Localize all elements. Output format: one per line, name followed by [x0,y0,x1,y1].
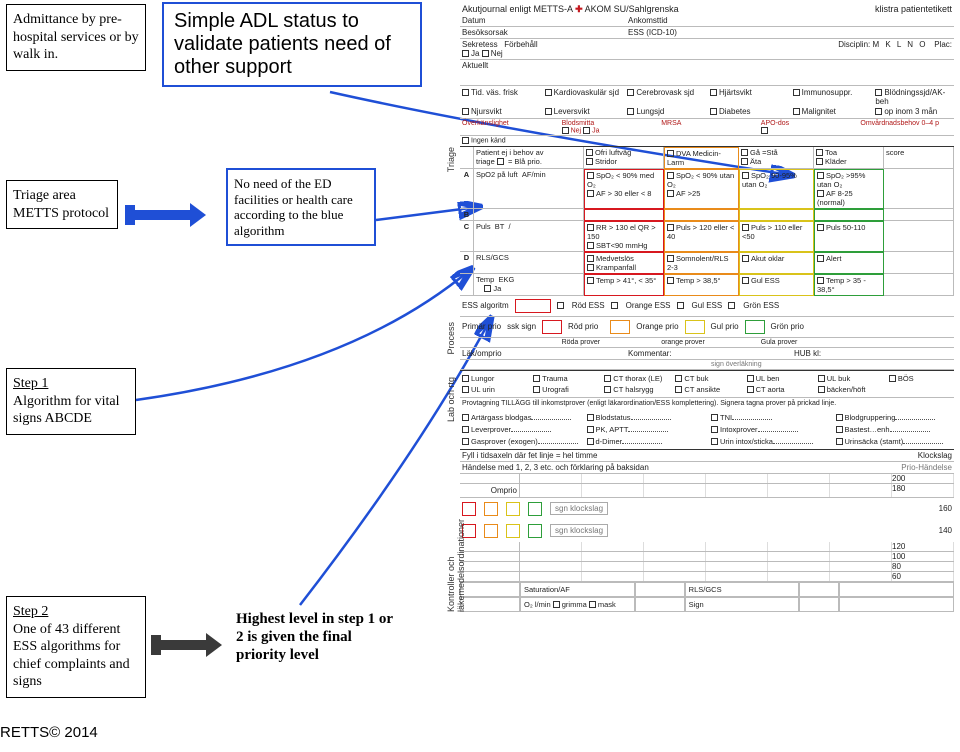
form-header: Akutjournal enligt METTS-A ✚ AKOM SU/Sah… [460,4,954,15]
form-brand: AKOM SU/Sahlgrenska [585,4,679,14]
row-besok: Besöksorsak ESS (ICD-10) [460,27,954,39]
ess-row: ESS algoritm Röd ESS Orange ESS Gul ESS … [460,296,954,316]
lab-section: Lab och rtg Lungor Trauma CT thorax (LE)… [460,370,954,449]
triage-section: Triage Patient ej i behov av triage = Bl… [460,146,954,296]
akutjournal-form: Akutjournal enligt METTS-A ✚ AKOM SU/Sah… [460,4,954,744]
row-datum: Datum Ankomsttid [460,15,954,27]
timeline-section: Kontroller och läkemedelsordinationer Fy… [460,449,954,612]
bottom-table: Saturation/AFRLS/GCS O₂ l/min grimma mas… [460,582,954,612]
row-allergy: Överkänslighet BlodsmittaNej Ja MRSA APO… [460,119,954,136]
process-section: Process Primär prio ssk sign Röd prio Or… [460,316,954,370]
row-sekretess: Sekretess Förbehåll Ja Nej Disciplin: M … [460,39,954,60]
form-title: Akutjournal enligt METTS-A [462,4,573,14]
patient-label-slot: klistra patientetikett [875,4,952,15]
history-checks: Tid. väs. frisk Kardiovaskulär sjd Cereb… [460,86,954,119]
row-aktuellt: Aktuellt [460,60,954,86]
